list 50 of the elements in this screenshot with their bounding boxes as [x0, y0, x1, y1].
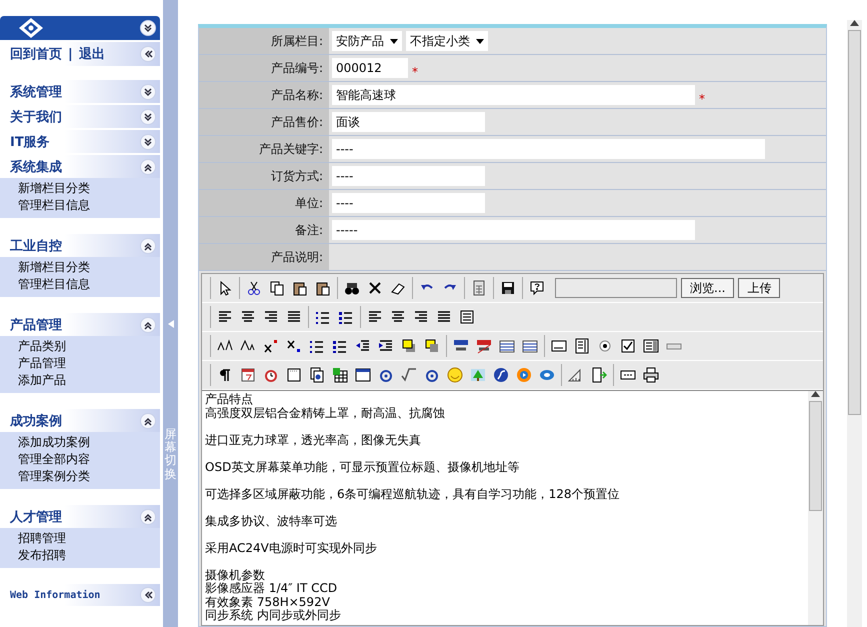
- home-link[interactable]: 回到首页: [10, 45, 62, 63]
- field-label: 产品关键字:: [199, 136, 329, 162]
- logout-link[interactable]: 退出: [78, 45, 105, 63]
- text-field[interactable]: 面谈: [332, 112, 485, 132]
- field-label: 所属栏目:: [199, 28, 329, 54]
- text-line: 产品特点: [205, 393, 254, 406]
- text-field[interactable]: -----: [332, 220, 695, 240]
- text-line: 进口亚克力球罩，透光率高，图像无失真: [205, 434, 422, 447]
- text-line: 影像感应器 1/4″ IT CCD: [205, 582, 338, 596]
- text-line: 摄像机参数: [205, 568, 266, 582]
- text-line: OSD英文屏幕菜单功能，可显示预置位标题、摄像机地址等: [205, 460, 520, 474]
- menu-item[interactable]: 新增栏目分类: [18, 180, 160, 197]
- text-line: 采用AC24V电源时可实现外同步: [205, 542, 378, 555]
- text-field[interactable]: ----: [332, 139, 765, 159]
- splitter-label: 屏幕切换: [164, 428, 176, 481]
- menu-item[interactable]: 添加成功案例: [18, 434, 160, 451]
- field-label: 单位:: [199, 190, 329, 216]
- menu-item[interactable]: 新增栏目分类: [18, 259, 160, 276]
- menu-item[interactable]: 管理栏目信息: [18, 276, 160, 293]
- category-select[interactable]: 不指定小类: [406, 31, 488, 51]
- text-line: 有效象素 758H×592V: [205, 596, 331, 608]
- separator: |: [68, 46, 73, 62]
- menu-item[interactable]: 添加产品: [18, 372, 160, 389]
- menu-item[interactable]: 招聘管理: [18, 530, 160, 547]
- menu-item[interactable]: 产品类别: [18, 338, 160, 355]
- field-label: 产品售价:: [199, 109, 329, 135]
- field-label: 产品名称:: [199, 82, 329, 108]
- menu-item[interactable]: 管理全部内容: [18, 451, 160, 468]
- text-field[interactable]: 000012: [332, 58, 408, 78]
- menu-item[interactable]: 产品管理: [18, 355, 160, 372]
- text-line: 同步系统 内同步或外同步: [205, 609, 342, 622]
- group-title[interactable]: IT服务: [10, 132, 50, 150]
- text-field[interactable]: 智能高速球: [332, 85, 695, 105]
- required-mark: *: [412, 65, 418, 79]
- upload-button[interactable]: 上传: [738, 278, 780, 298]
- text-field[interactable]: ----: [332, 193, 485, 213]
- field-label: 产品编号:: [199, 55, 329, 81]
- field-label: 备注:: [199, 217, 329, 243]
- text-field[interactable]: ----: [332, 166, 485, 186]
- field-label: 产品说明:: [199, 244, 329, 270]
- text-line: 可选择多区域屏蔽功能，6条可编程巡航轨迹，具有自学习功能，128个预置位: [205, 488, 621, 501]
- menu-item[interactable]: 管理案例分类: [18, 468, 160, 485]
- field-label: 订货方式:: [199, 163, 329, 189]
- menu-item[interactable]: 管理栏目信息: [18, 197, 160, 214]
- required-mark: *: [699, 92, 705, 106]
- menu-item[interactable]: 发布招聘: [18, 547, 160, 564]
- text-line: 集成多协议、波特率可选: [205, 514, 338, 528]
- browse-button[interactable]: 浏览...: [681, 278, 734, 298]
- text-line: 高强度双层铝合金精铸上罩，耐高温、抗腐蚀: [205, 406, 446, 420]
- category-select[interactable]: 安防产品: [332, 31, 402, 51]
